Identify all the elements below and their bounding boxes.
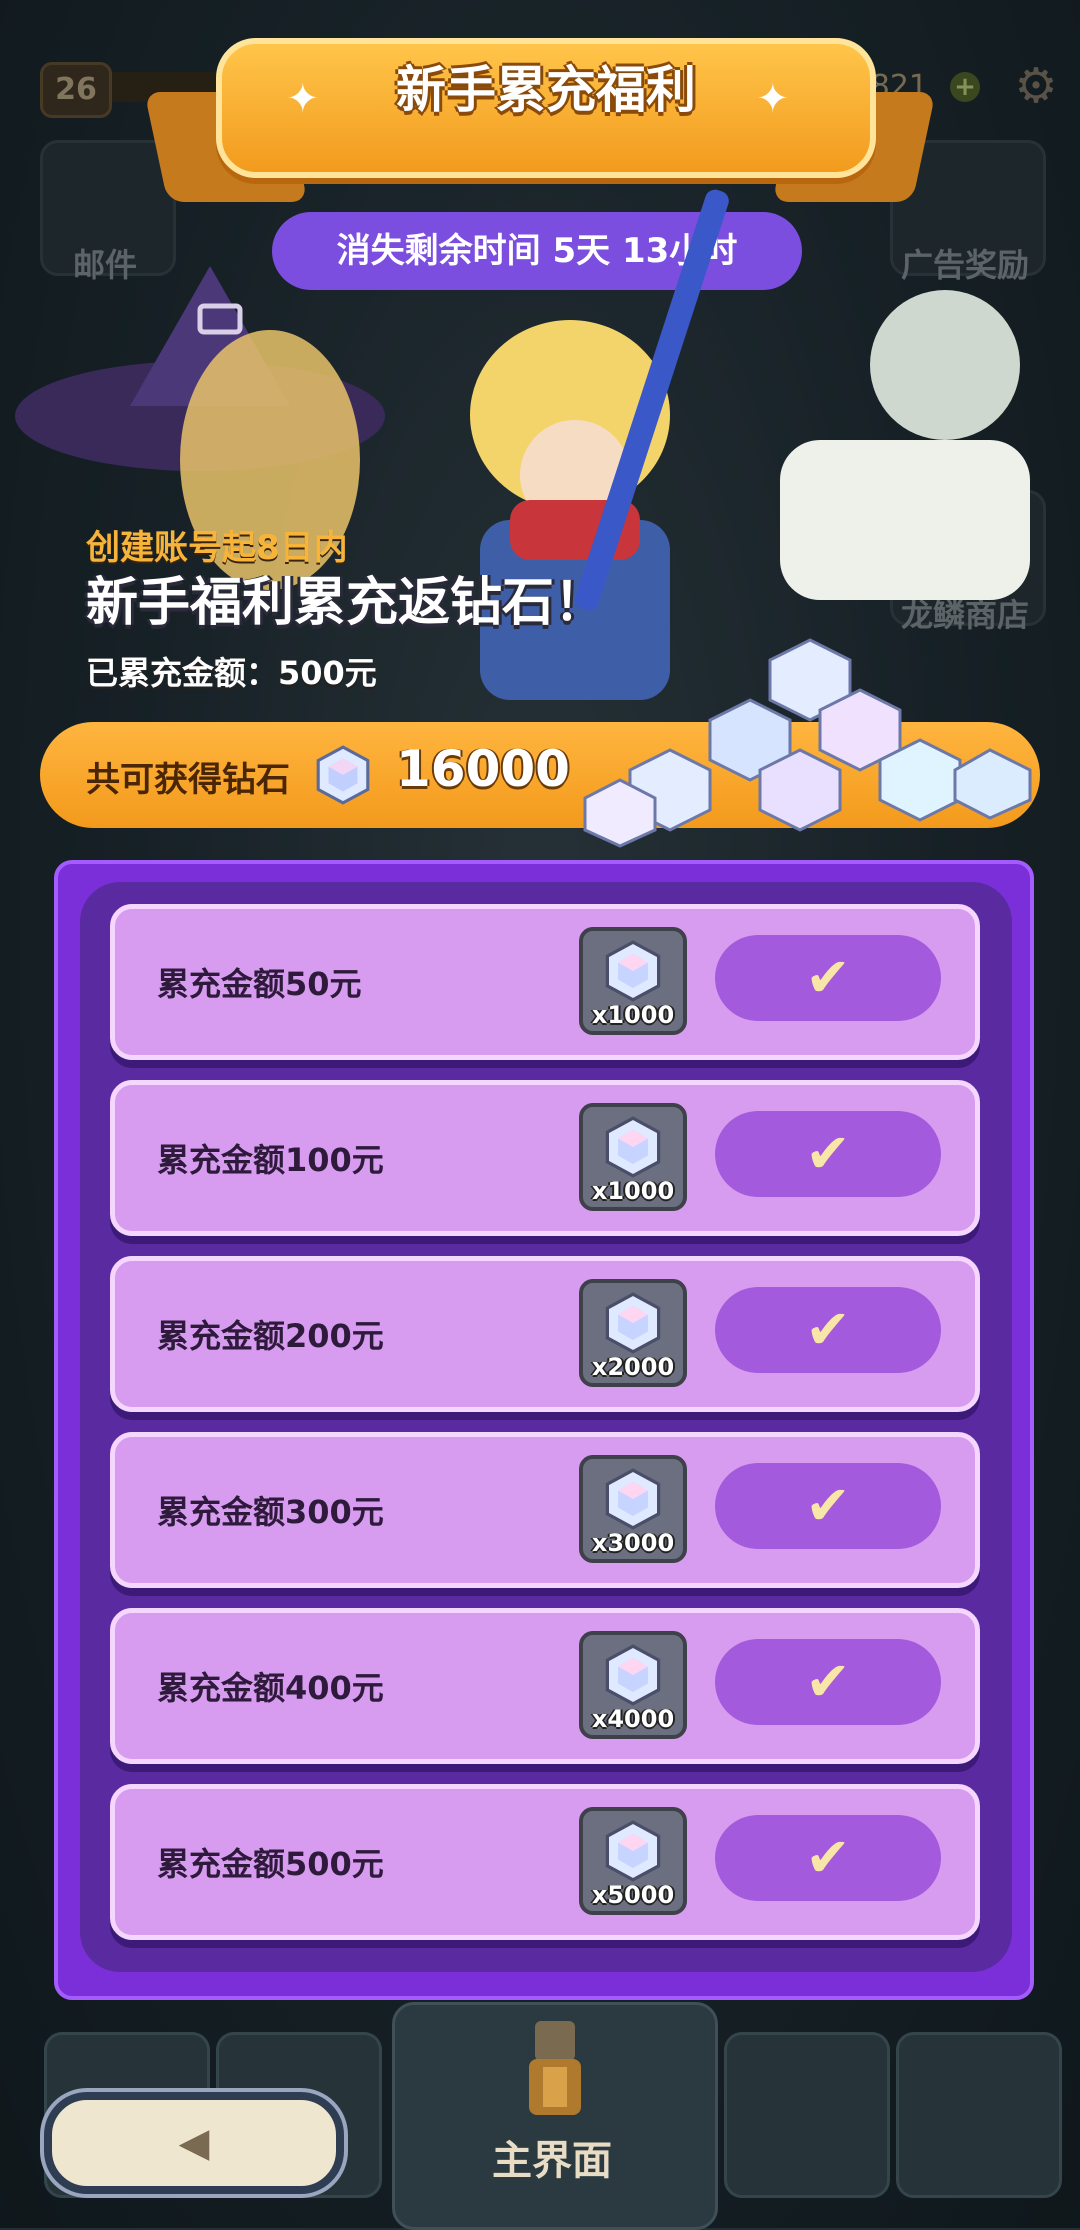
threshold-label: 累充金额100元: [157, 1141, 384, 1179]
reward-row: 累充金额100元 x1000 ✔: [110, 1080, 980, 1236]
reward-item[interactable]: x2000: [579, 1279, 687, 1387]
reward-quantity: x1000: [591, 1177, 675, 1205]
claimed-button[interactable]: ✔: [715, 1111, 941, 1197]
threshold-label: 累充金额200元: [157, 1317, 384, 1355]
reward-row: 累充金额50元 x1000 ✔: [110, 904, 980, 1060]
threshold-label: 累充金额300元: [157, 1493, 384, 1531]
main-screen-tab[interactable]: [392, 2002, 718, 2230]
reward-quantity: x3000: [591, 1529, 675, 1557]
sparkle-icon: ✦: [286, 76, 320, 122]
reward-item[interactable]: x4000: [579, 1631, 687, 1739]
total-value: 16000: [396, 740, 570, 798]
check-icon: ✔: [805, 1122, 851, 1185]
armor-icon: [529, 2021, 581, 2115]
reward-quantity: x5000: [591, 1881, 675, 1909]
reward-item[interactable]: x1000: [579, 927, 687, 1035]
back-arrow-icon: ◀: [178, 2120, 210, 2166]
claimed-button[interactable]: ✔: [715, 935, 941, 1021]
promo-headline: 新手福利累充返钻石！: [86, 573, 607, 633]
reward-row: 累充金额500元 x5000 ✔: [110, 1784, 980, 1940]
nav-button-4[interactable]: [724, 2032, 890, 2198]
threshold-label: 累充金额500元: [157, 1845, 384, 1883]
diamond-icon: [605, 1292, 661, 1354]
back-button[interactable]: ◀: [44, 2092, 344, 2194]
reward-item[interactable]: x1000: [579, 1103, 687, 1211]
nav-button-5[interactable]: [896, 2032, 1062, 2198]
check-icon: ✔: [805, 1826, 851, 1889]
claimed-button[interactable]: ✔: [715, 1463, 941, 1549]
threshold-label: 累充金额400元: [157, 1669, 384, 1707]
reward-quantity: x2000: [591, 1353, 675, 1381]
check-icon: ✔: [805, 1650, 851, 1713]
reward-quantity: x4000: [591, 1705, 675, 1733]
diamond-icon: [605, 1820, 661, 1882]
diamond-icon: [605, 1644, 661, 1706]
diamond-icon: [605, 1116, 661, 1178]
reward-item[interactable]: x5000: [579, 1807, 687, 1915]
reward-row: 累充金额400元 x4000 ✔: [110, 1608, 980, 1764]
diamond-icon: [316, 745, 370, 805]
total-label: 共可获得钻石: [86, 760, 290, 800]
claimed-button[interactable]: ✔: [715, 1639, 941, 1725]
catgirl-body: [780, 440, 1030, 600]
reward-item[interactable]: x3000: [579, 1455, 687, 1563]
reward-quantity: x1000: [591, 1001, 675, 1029]
diamond-pile-icon: [583, 638, 1032, 848]
check-icon: ✔: [805, 1298, 851, 1361]
accumulated-amount: 已累充金额：500元: [86, 654, 377, 692]
reward-row: 累充金额300元 x3000 ✔: [110, 1432, 980, 1588]
sparkle-icon: ✦: [756, 76, 790, 122]
diamond-icon: [605, 1468, 661, 1530]
claimed-button[interactable]: ✔: [715, 1815, 941, 1901]
threshold-label: 累充金额50元: [157, 965, 362, 1003]
main-screen-label: 主界面: [492, 2138, 612, 2184]
check-icon: ✔: [805, 946, 851, 1009]
catgirl-head: [870, 290, 1020, 440]
diamond-icon: [605, 940, 661, 1002]
check-icon: ✔: [805, 1474, 851, 1537]
claimed-button[interactable]: ✔: [715, 1287, 941, 1373]
reward-row: 累充金额200元 x2000 ✔: [110, 1256, 980, 1412]
